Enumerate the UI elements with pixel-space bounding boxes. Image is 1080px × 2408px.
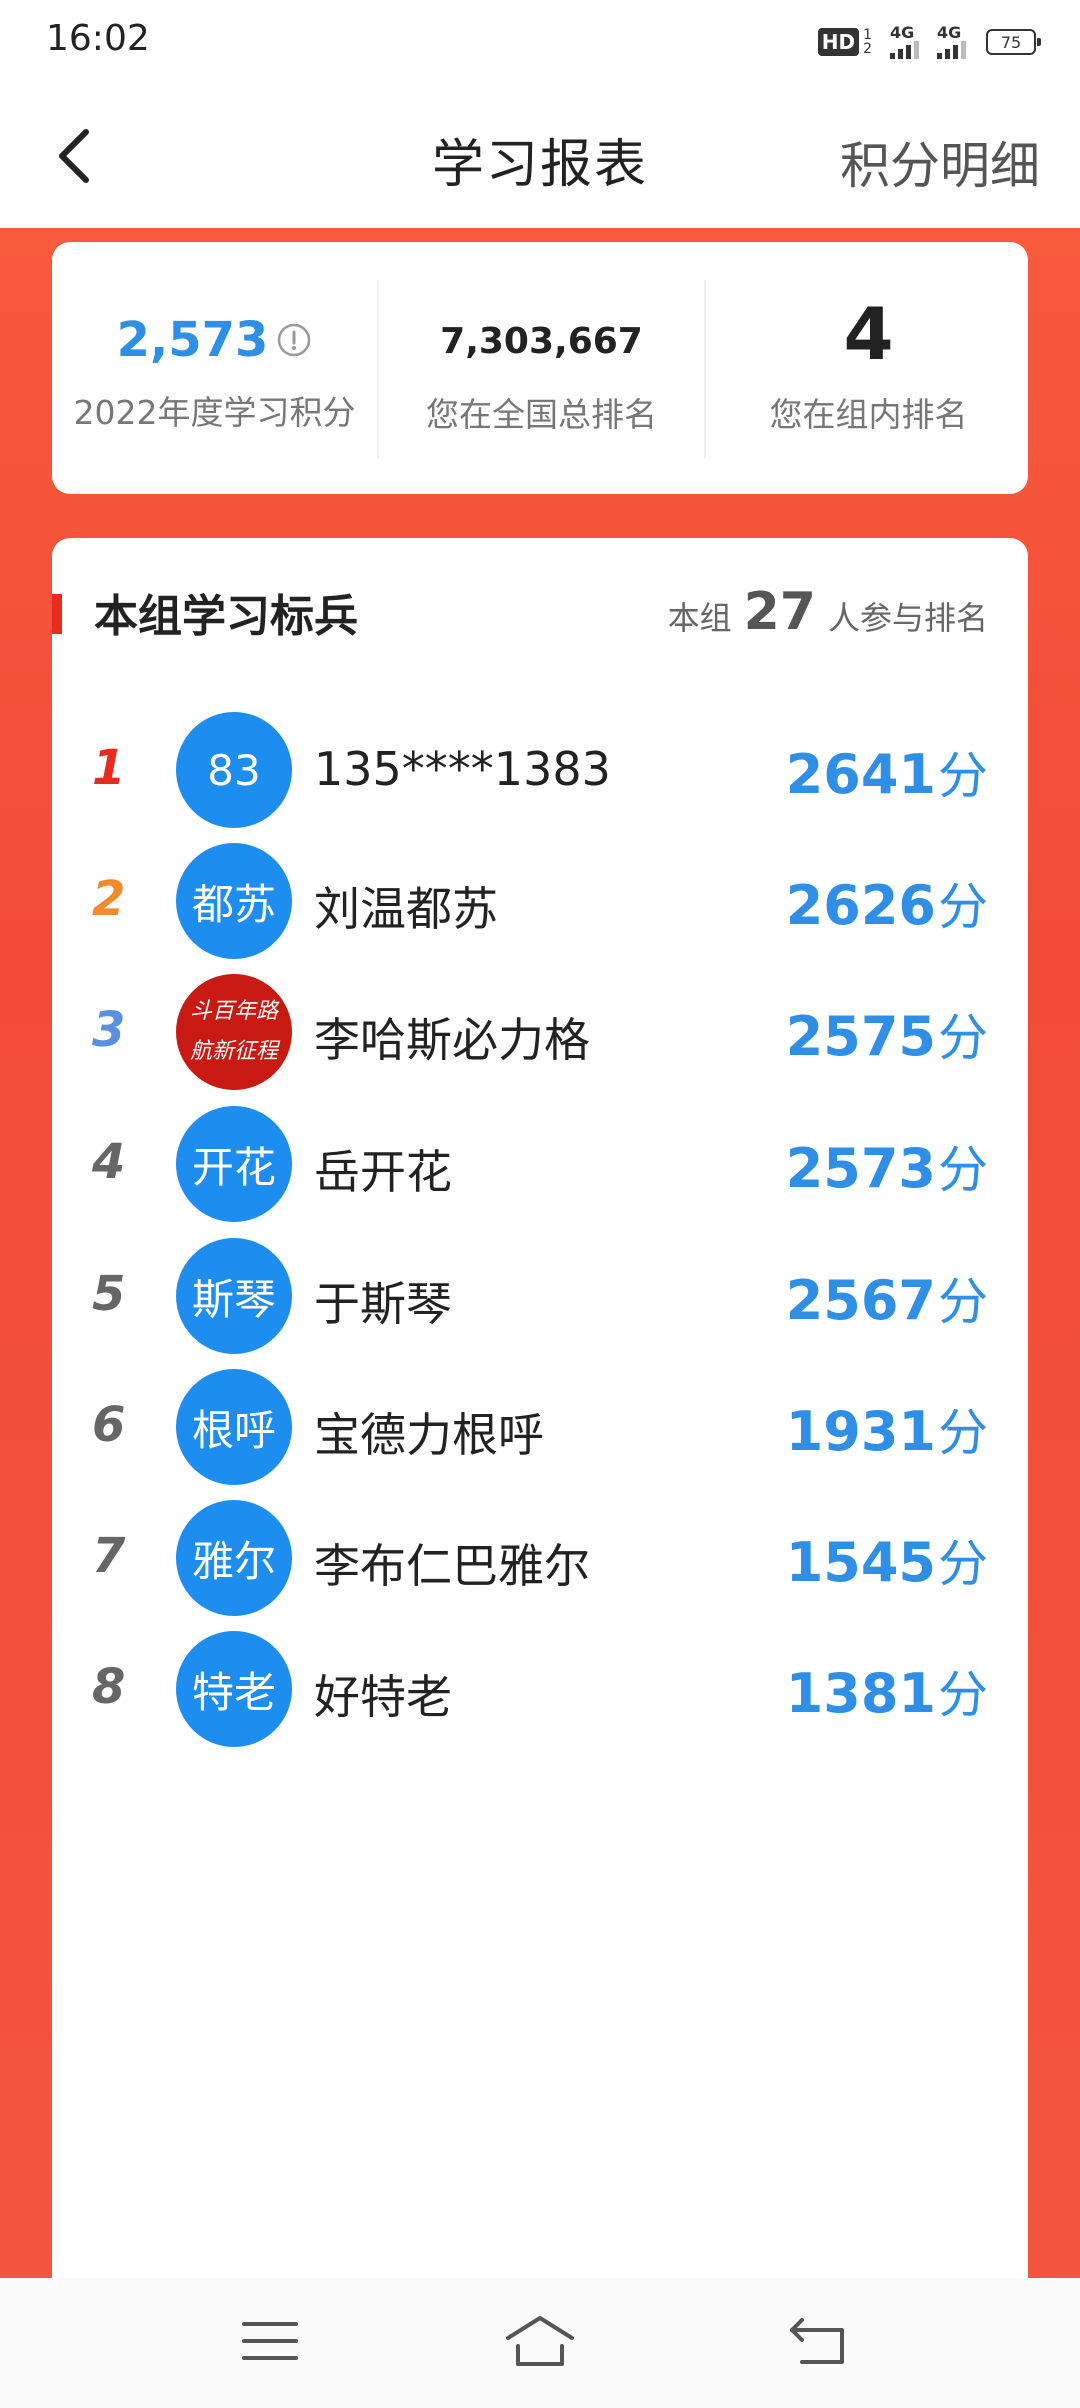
leaderboard-title: 本组学习标兵 bbox=[94, 591, 358, 642]
score-value: 1381 bbox=[785, 1662, 936, 1725]
member-score: 1381 分 bbox=[786, 1655, 988, 1727]
score-unit: 分 bbox=[938, 1273, 988, 1331]
leaderboard-card: 本组学习标兵 本组 27 人参与排名 1 83 135****1383 2641… bbox=[52, 538, 1028, 2298]
leaderboard-row-7[interactable]: 7 雅尔 李布仁巴雅尔 1545 分 bbox=[52, 1498, 1028, 1618]
score-value: 1545 bbox=[785, 1531, 936, 1594]
meta-suffix: 人参与排名 bbox=[827, 599, 988, 637]
status-time: 16:02 bbox=[46, 18, 150, 59]
avatar-banner-image: 斗百年路 航新征程 bbox=[176, 974, 292, 1090]
score-value: 2641 bbox=[785, 743, 936, 806]
score-unit: 分 bbox=[938, 747, 988, 805]
member-score: 2575 分 bbox=[786, 998, 988, 1070]
signal-label-1: 4G bbox=[890, 23, 915, 42]
signal-icon-1: 4G bbox=[890, 25, 919, 59]
member-name: 宝德力根呼 bbox=[314, 1408, 544, 1462]
hd-sim-bottom: 2 bbox=[863, 41, 872, 57]
score-value: 2575 bbox=[785, 1005, 936, 1068]
leaderboard-meta: 本组 27 人参与排名 bbox=[668, 582, 988, 642]
group-rank-value: 4 bbox=[843, 292, 894, 376]
signal-icon-2: 4G bbox=[937, 25, 966, 59]
member-name: 好特老 bbox=[314, 1670, 452, 1724]
signal-label-2: 4G bbox=[937, 23, 962, 42]
stat-group-rank: 4 您在组内排名 bbox=[706, 242, 1031, 494]
score-value: 2567 bbox=[785, 1269, 936, 1332]
rank-number: 8 bbox=[92, 1659, 126, 1715]
member-score: 2626 分 bbox=[786, 867, 988, 939]
section-accent-bar bbox=[52, 594, 62, 634]
stat-points: 2,573 2022年度学习积分 bbox=[52, 242, 377, 494]
points-value: 2,573 bbox=[116, 312, 269, 368]
leaderboard-row-3[interactable]: 3 斗百年路 航新征程 李哈斯必力格 2575 分 bbox=[52, 972, 1028, 1092]
points-label: 2022年度学习积分 bbox=[73, 393, 356, 432]
score-unit: 分 bbox=[938, 1009, 988, 1067]
score-unit: 分 bbox=[938, 1404, 988, 1462]
score-value: 2626 bbox=[785, 874, 936, 937]
points-detail-link[interactable]: 积分明细 bbox=[840, 126, 1040, 198]
score-unit: 分 bbox=[938, 1535, 988, 1593]
avatar-image: 斗百年路 航新征程 bbox=[176, 974, 292, 1090]
leaderboard-row-5[interactable]: 5 斯琴 于斯琴 2567 分 bbox=[52, 1236, 1028, 1356]
rank-number: 3 bbox=[92, 1002, 126, 1058]
score-unit: 分 bbox=[938, 1666, 988, 1724]
member-name: 刘温都苏 bbox=[314, 882, 498, 936]
member-name: 李哈斯必力格 bbox=[314, 1013, 590, 1067]
avatar: 根呼 bbox=[176, 1369, 292, 1485]
member-score: 2567 分 bbox=[786, 1262, 988, 1334]
home-icon[interactable] bbox=[500, 2306, 580, 2376]
member-score: 1545 分 bbox=[786, 1524, 988, 1596]
svg-text:航新征程: 航新征程 bbox=[190, 1039, 281, 1064]
leaderboard-row-2[interactable]: 2 都苏 刘温都苏 2626 分 bbox=[52, 841, 1028, 961]
hd-sim-indicator: 1 2 bbox=[863, 28, 872, 56]
header: 学习报表 积分明细 bbox=[0, 82, 1080, 228]
stat-national-rank: 7,303,667 您在全国总排名 bbox=[379, 242, 704, 494]
avatar: 雅尔 bbox=[176, 1500, 292, 1616]
stats-card: 2,573 2022年度学习积分 7,303,667 您在全国总排名 4 您在组… bbox=[52, 242, 1028, 494]
avatar: 开花 bbox=[176, 1106, 292, 1222]
member-score: 2641 分 bbox=[786, 736, 988, 808]
national-rank-label: 您在全国总排名 bbox=[426, 395, 657, 434]
status-icons: HD 1 2 4G 4G 75 bbox=[817, 22, 1041, 62]
rank-number: 1 bbox=[92, 740, 126, 796]
group-rank-label: 您在组内排名 bbox=[769, 395, 968, 434]
avatar: 83 bbox=[176, 712, 292, 828]
rank-number: 5 bbox=[92, 1266, 126, 1322]
score-value: 2573 bbox=[785, 1137, 936, 1200]
leaderboard-row-6[interactable]: 6 根呼 宝德力根呼 1931 分 bbox=[52, 1367, 1028, 1487]
score-unit: 分 bbox=[938, 878, 988, 936]
rank-number: 2 bbox=[92, 871, 126, 927]
avatar: 特老 bbox=[176, 1631, 292, 1747]
system-nav-bar bbox=[0, 2278, 1080, 2408]
member-name: 岳开花 bbox=[314, 1145, 452, 1199]
avatar: 斯琴 bbox=[176, 1238, 292, 1354]
leaderboard-row-1[interactable]: 1 83 135****1383 2641 分 bbox=[52, 710, 1028, 830]
rank-number: 4 bbox=[92, 1134, 126, 1190]
rank-number: 6 bbox=[92, 1397, 126, 1453]
return-icon[interactable] bbox=[780, 2306, 860, 2376]
hd-sim-top: 1 bbox=[863, 27, 872, 43]
member-name: 李布仁巴雅尔 bbox=[314, 1539, 590, 1593]
leaderboard-row-8[interactable]: 8 特老 好特老 1381 分 bbox=[52, 1629, 1028, 1749]
svg-text:斗百年路: 斗百年路 bbox=[190, 999, 280, 1024]
member-score: 2573 分 bbox=[786, 1130, 988, 1202]
hd-icon: HD bbox=[817, 28, 860, 56]
score-unit: 分 bbox=[938, 1141, 988, 1199]
menu-icon[interactable] bbox=[230, 2306, 310, 2376]
member-name: 135****1383 bbox=[314, 742, 611, 796]
info-icon[interactable] bbox=[276, 322, 312, 358]
member-score: 1931 分 bbox=[786, 1393, 988, 1465]
battery-icon: 75 bbox=[986, 29, 1041, 55]
rank-number: 7 bbox=[92, 1528, 126, 1584]
national-rank-value: 7,303,667 bbox=[440, 320, 643, 362]
meta-prefix: 本组 bbox=[667, 599, 732, 637]
member-name: 于斯琴 bbox=[314, 1277, 452, 1331]
status-bar: 16:02 HD 1 2 4G 4G 75 bbox=[0, 0, 1080, 82]
score-value: 1931 bbox=[785, 1400, 936, 1463]
avatar: 都苏 bbox=[176, 843, 292, 959]
participant-count: 27 bbox=[743, 582, 816, 642]
leaderboard-row-4[interactable]: 4 开花 岳开花 2573 分 bbox=[52, 1104, 1028, 1224]
